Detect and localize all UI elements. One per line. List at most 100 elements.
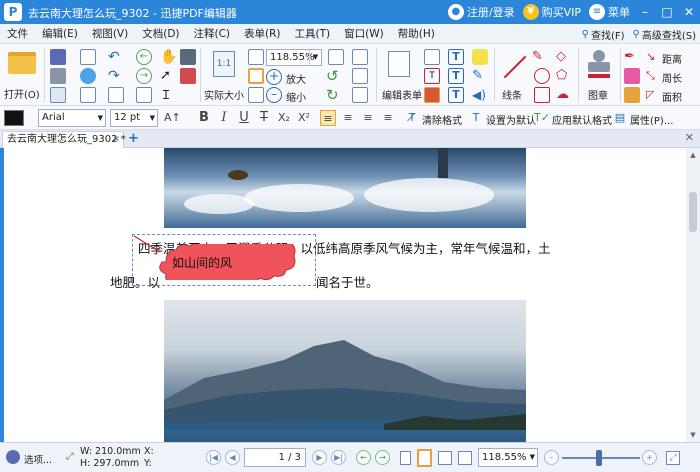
first-page-icon[interactable]: |◀ [206,450,221,465]
zoom-combo[interactable]: 118.55% ▼ [266,49,322,66]
rotate-icon[interactable] [328,49,344,65]
align-right-icon[interactable]: ≡ [360,110,376,126]
menu-edit[interactable]: 编辑(E) [35,26,85,41]
copy-icon[interactable] [108,87,124,103]
zoom-in-label[interactable]: 放大 [286,71,306,86]
highlighter-icon[interactable] [624,68,640,84]
single-page-icon[interactable] [400,451,411,465]
comment-icon[interactable] [472,49,488,65]
maximize-button[interactable]: □ [660,5,674,19]
attachment-icon[interactable]: ✎ [472,68,488,84]
continuous-page-icon[interactable] [417,449,432,467]
zoom-out-label[interactable]: 缩小 [286,89,306,104]
stamp-button[interactable]: 图章 [580,48,618,102]
image-insert-icon[interactable] [424,87,440,103]
underline-icon[interactable]: U [236,110,252,126]
scroll-down-icon[interactable]: ▼ [686,428,700,442]
set-default-label[interactable]: 设置为默认 [486,112,536,127]
callout-text[interactable]: 如山间的风 [172,254,232,271]
area-icon[interactable]: ◸ [646,87,662,103]
strikethrough-icon[interactable]: T [256,110,272,126]
cloud-icon[interactable] [80,68,96,84]
stamp-small-icon[interactable] [180,68,196,84]
open-button[interactable]: 打开(O) [2,48,42,102]
zoom-in-icon[interactable]: + [266,69,282,85]
font-size-select[interactable]: 12 pt ▼ [110,109,158,127]
rectangle-icon[interactable] [534,87,550,103]
apply-default-icon[interactable]: T✓ [534,110,550,126]
superscript-icon[interactable]: X² [296,110,312,126]
page-icon[interactable] [80,87,96,103]
circle-icon[interactable] [534,68,550,84]
clear-format-icon[interactable]: T̸ [404,110,420,126]
menu-button[interactable]: ≡ 菜单 [589,4,630,20]
perimeter-label[interactable]: 周长 [662,70,682,85]
align-center-icon[interactable]: ≡ [340,110,356,126]
zoom-in-icon[interactable]: + [642,450,657,465]
italic-icon[interactable]: I [216,110,232,126]
back-icon[interactable]: ← [136,49,152,65]
text-select-icon[interactable]: Ｉ [160,87,176,103]
zoom-out-icon[interactable]: – [266,87,282,103]
select-icon[interactable]: ➚ [160,68,176,84]
menu-document[interactable]: 文档(D) [135,26,186,41]
close-all-icon[interactable]: ✕ [685,131,694,144]
insert-page-icon[interactable] [352,49,368,65]
scroll-thumb[interactable] [689,192,697,232]
fit-width-icon[interactable] [248,68,264,84]
pen-tool-icon[interactable]: ✒ [624,49,640,65]
sound-icon[interactable]: ◀) [472,87,488,103]
next-page-icon[interactable]: ▶ [312,450,327,465]
camera-icon[interactable] [180,49,196,65]
actual-size-button[interactable]: 1:1 实际大小 [204,48,246,102]
area-label[interactable]: 面积 [662,89,682,104]
typewriter-icon[interactable]: T [448,49,464,65]
zoom-out-icon[interactable]: – [544,450,559,465]
continuous-facing-icon[interactable] [458,451,472,465]
set-default-icon[interactable]: T [468,110,484,126]
scan-icon[interactable] [136,87,152,103]
text-box-icon[interactable]: T [424,68,440,84]
vertical-scrollbar[interactable]: ▲ ▼ [686,148,700,442]
perimeter-icon[interactable]: ⤡ [646,68,662,84]
tab-document[interactable]: 去云南大理怎么玩_9302 * ✕ [2,131,126,148]
history-back-icon[interactable]: ← [356,450,371,465]
apply-default-label[interactable]: 应用默认格式 [552,112,612,127]
scroll-up-icon[interactable]: ▲ [686,148,700,162]
undo-icon[interactable]: ↶ [108,49,124,65]
save-icon[interactable] [50,49,66,65]
forward-icon[interactable]: → [136,68,152,84]
document-canvas[interactable]: 四季温差不大，干湿季分明，以低纬高原季风气候为主，常年气候温和，土 地肥。以 闻… [4,148,686,442]
edit-form-button[interactable]: 编辑表单 [380,48,422,102]
history-forward-icon[interactable]: → [375,450,390,465]
menu-file[interactable]: 文件 [0,26,35,41]
fit-page-icon[interactable] [248,49,264,65]
minimize-button[interactable]: – [638,5,652,19]
cloud-shape-icon[interactable]: ☁ [556,87,572,103]
buy-vip-button[interactable]: ¥ 购买VIP [522,4,581,20]
fit-window-icon[interactable]: ⤢ [666,451,680,465]
justify-icon[interactable]: ≡ [380,110,396,126]
distance-icon[interactable]: ↘ [646,49,662,65]
menu-window[interactable]: 窗口(W) [337,26,391,41]
find-button[interactable]: ⚲ 查找(F) [582,27,625,42]
menu-comment[interactable]: 注释(C) [187,26,238,41]
print-icon[interactable] [50,68,66,84]
subscript-icon[interactable]: X₂ [276,110,292,126]
delete-page-icon[interactable] [352,87,368,103]
menu-view[interactable]: 视图(V) [85,26,135,41]
properties-label[interactable]: 属性(P)... [630,112,673,127]
prev-page-icon[interactable]: ◀ [225,450,240,465]
font-family-select[interactable]: Arial ▼ [38,109,106,127]
menu-form[interactable]: 表单(R) [237,26,288,41]
text-replace-icon[interactable]: T [448,87,464,103]
align-left-icon[interactable]: ≡ [320,110,336,126]
distance-label[interactable]: 距离 [662,51,682,66]
page-number-field[interactable]: 1 / 3 [244,448,306,467]
options-icon[interactable] [6,450,20,464]
export-icon[interactable] [50,87,66,103]
font-grow-icon[interactable]: A↑ [164,110,181,126]
pencil-icon[interactable]: ✎ [532,49,548,65]
advanced-find-button[interactable]: ⚲ 高级查找(S) [633,27,696,42]
menu-tools[interactable]: 工具(T) [288,26,338,41]
